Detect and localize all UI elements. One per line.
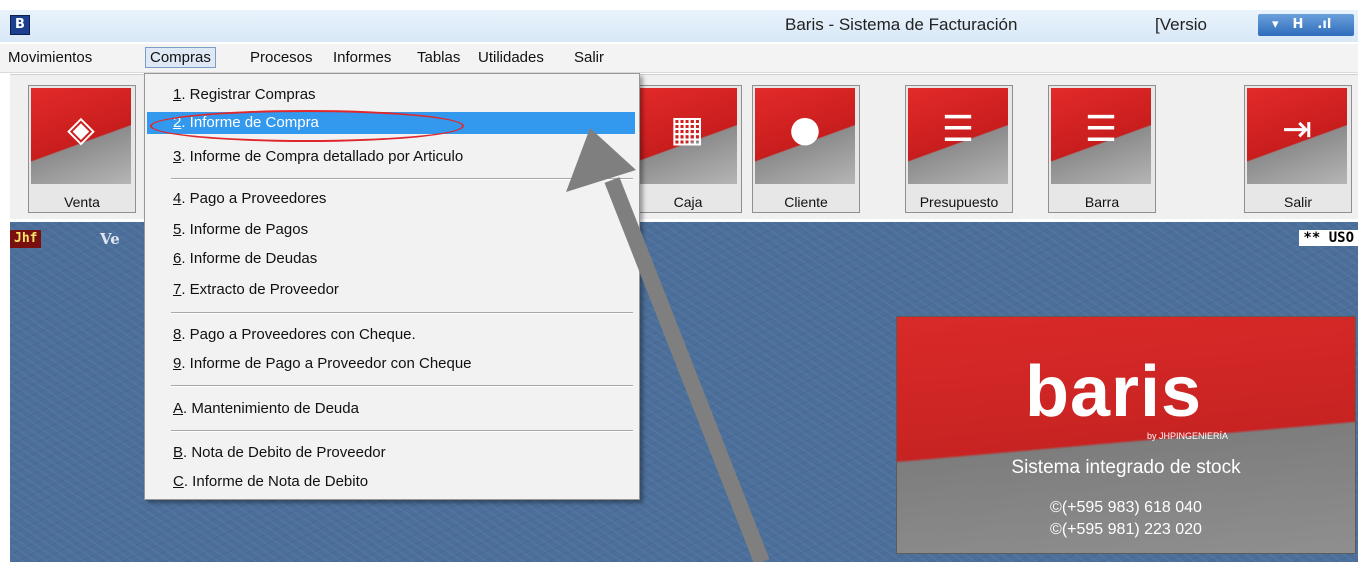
annotation-arrow xyxy=(566,128,770,562)
arrow-shaft xyxy=(604,177,770,562)
arrow-head xyxy=(566,128,636,192)
